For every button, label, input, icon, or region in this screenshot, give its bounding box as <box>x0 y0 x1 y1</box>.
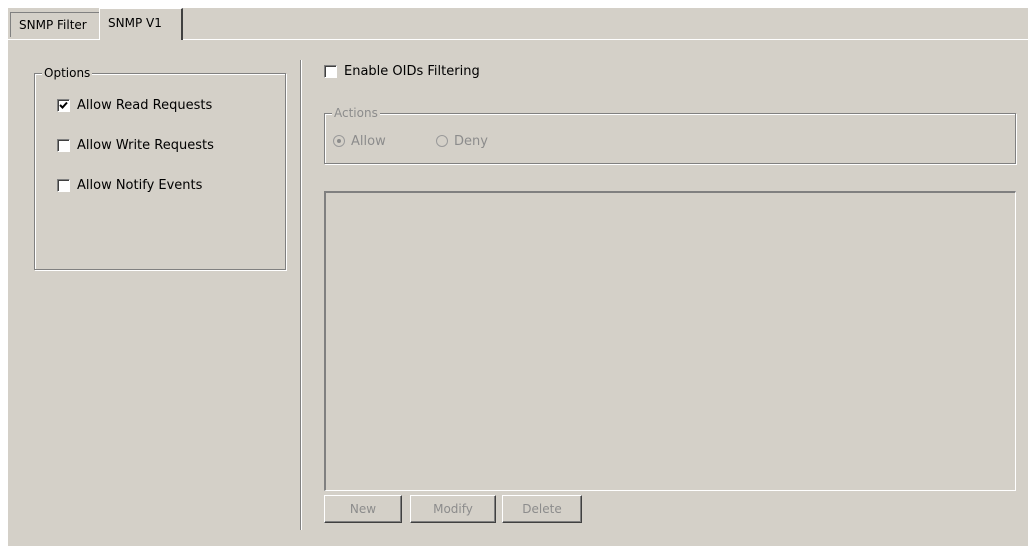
vertical-separator <box>300 60 302 530</box>
allow-action-option[interactable]: Allow <box>333 132 386 150</box>
delete-button[interactable]: Delete <box>502 495 582 523</box>
allow-write-requests-label: Allow Write Requests <box>77 137 214 153</box>
allow-write-requests-checkbox[interactable] <box>57 138 70 152</box>
tab-snmp-v1[interactable]: SNMP V1 <box>99 8 183 40</box>
enable-oids-filtering-checkbox[interactable] <box>324 64 337 78</box>
checkmark-icon <box>59 101 68 109</box>
tab-snmp-v1-label: SNMP V1 <box>108 16 162 30</box>
allow-radio[interactable] <box>333 135 345 147</box>
deny-action-option[interactable]: Deny <box>436 132 488 150</box>
enable-oids-filtering-label: Enable OIDs Filtering <box>344 63 480 79</box>
actions-group: Actions Allow Deny <box>324 105 1016 164</box>
enable-oids-filtering-option[interactable]: Enable OIDs Filtering <box>324 62 480 80</box>
snmp-settings-window: SNMP Filter SNMP V1 Options Allow Read R… <box>8 8 1028 546</box>
deny-radio-label: Deny <box>454 133 488 149</box>
oid-list[interactable] <box>324 191 1016 491</box>
allow-write-requests-option[interactable]: Allow Write Requests <box>57 136 214 154</box>
allow-notify-events-checkbox[interactable] <box>57 178 70 192</box>
tab-snmp-filter[interactable]: SNMP Filter <box>10 12 100 37</box>
options-group: Options Allow Read Requests Allow Write … <box>34 65 286 270</box>
allow-read-requests-option[interactable]: Allow Read Requests <box>57 96 212 114</box>
tab-snmp-filter-label: SNMP Filter <box>19 18 87 32</box>
allow-notify-events-label: Allow Notify Events <box>77 177 203 193</box>
radio-selected-dot-icon <box>337 139 341 143</box>
allow-notify-events-option[interactable]: Allow Notify Events <box>57 176 202 194</box>
allow-radio-label: Allow <box>351 133 386 149</box>
allow-read-requests-label: Allow Read Requests <box>77 97 213 113</box>
actions-group-title: Actions <box>332 105 380 121</box>
modify-button[interactable]: Modify <box>410 495 496 523</box>
tab-strip: SNMP Filter SNMP V1 <box>8 8 1028 40</box>
allow-read-requests-checkbox[interactable] <box>57 98 70 112</box>
deny-radio[interactable] <box>436 135 448 147</box>
options-group-title: Options <box>42 65 93 81</box>
new-button[interactable]: New <box>324 495 402 523</box>
